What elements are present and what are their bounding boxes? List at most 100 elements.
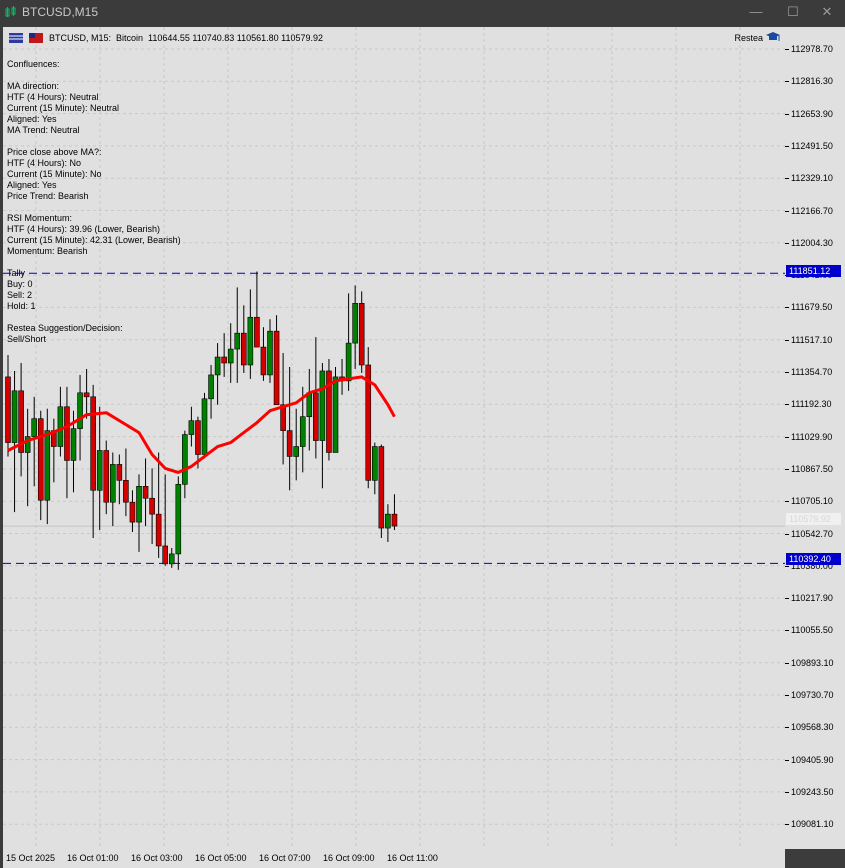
candle-body	[241, 332, 247, 366]
confluence-line: Current (15 Minute): No	[7, 169, 102, 179]
confluence-line: Confluences:	[7, 59, 60, 69]
price-tick-label: 112491.50	[785, 140, 833, 151]
candle-body	[142, 486, 149, 499]
candle-body	[227, 348, 234, 364]
time-tick-label: 16 Oct 01:00	[67, 853, 119, 863]
confluence-line: Momentum: Bearish	[7, 246, 88, 256]
candle-body	[129, 501, 136, 523]
price-tick-label: 109081.10	[785, 819, 834, 830]
symbol-info: BTCUSD, M15: Bitcoin 110644.55 110740.83…	[49, 33, 324, 43]
candle-body	[319, 370, 326, 441]
time-scale[interactable]: 15 Oct 2025 16 Oct 01:00 16 Oct 03:00 16 Oc…	[3, 849, 785, 868]
flags-icon	[9, 33, 43, 43]
candle-body	[385, 513, 391, 529]
maximize-button[interactable]: ☐	[779, 3, 807, 21]
price-tick-label: 109568.30	[785, 722, 834, 733]
confluence-line: HTF (4 Hours): No	[7, 158, 82, 168]
confluence-line: Sell: 2	[7, 290, 33, 300]
confluence-line: Hold: 1	[7, 301, 36, 311]
price-tick-label: 111192.30	[785, 399, 832, 410]
confluence-line: MA Trend: Neutral	[7, 125, 80, 135]
candle-body	[332, 376, 339, 453]
graduation-cap-icon	[766, 32, 780, 41]
confluence-panel: Confluences: MA direction: HTF (4 Hours): …	[7, 59, 181, 345]
price-tick-label: 110867.50	[785, 463, 833, 474]
confluence-line: Price close above MA?:	[7, 147, 102, 157]
confluence-line: Buy: 0	[7, 279, 33, 289]
confluence-line: Current (15 Minute): 42.31 (Lower, Beari…	[7, 235, 181, 245]
confluence-line: RSI Momentum:	[7, 213, 73, 223]
price-tick-label: 111517.10	[784, 334, 833, 345]
candle-body	[313, 392, 319, 441]
confluence-line	[7, 70, 181, 81]
candle-body	[195, 420, 201, 455]
candle-body	[11, 390, 18, 443]
close-button[interactable]: ✕	[813, 3, 841, 21]
lower-level-price-label: 110392.40	[786, 553, 841, 565]
candle-body	[83, 392, 90, 398]
candle-body	[90, 396, 96, 491]
candle-body	[103, 450, 110, 503]
candle-body	[44, 430, 51, 501]
candle-body	[267, 330, 273, 376]
candle-body	[208, 374, 214, 400]
price-tick-label: 110542.70	[785, 528, 833, 539]
candle-body	[221, 356, 227, 364]
candle-body	[168, 553, 175, 565]
candle-body	[201, 398, 208, 455]
price-tick-label: 110705.10	[785, 496, 833, 507]
candle-body	[286, 430, 293, 457]
price-tick-label: 111679.50	[784, 302, 833, 313]
confluence-line: HTF (4 Hours): 39.96 (Lower, Bearish)	[7, 224, 161, 234]
price-scale[interactable]: 112978.70 112816.30 112653.90 112491.50 1123…	[784, 27, 845, 849]
candle-body	[234, 332, 241, 350]
candle-body	[31, 418, 38, 437]
confluence-line	[7, 136, 181, 147]
confluence-line: Tally	[7, 268, 26, 278]
price-tick-label: 109405.90	[785, 754, 834, 765]
candle-body	[64, 406, 70, 461]
candle-body	[182, 434, 188, 485]
time-tick-label: 16 Oct 03:00	[131, 853, 183, 863]
candle-body	[293, 446, 300, 457]
time-tick-label: 16 Oct 11:00	[387, 853, 438, 863]
confluence-line: Sell/Short	[7, 334, 47, 344]
candle-body	[371, 446, 378, 481]
confluence-line	[7, 202, 181, 213]
candle-body	[345, 342, 352, 382]
confluence-line: HTF (4 Hours): Neutral	[7, 92, 99, 102]
candlestick-icon	[5, 6, 16, 17]
time-tick-label: 16 Oct 07:00	[259, 853, 311, 863]
candle-body	[378, 446, 385, 529]
candle-body	[306, 392, 313, 417]
price-tick-label: 109243.50	[785, 786, 834, 797]
price-tick-label: 111029.90	[784, 431, 833, 442]
minimize-button[interactable]: —	[742, 3, 770, 21]
price-tick-label: 112166.70	[785, 205, 833, 216]
current-price-label: 110579.92	[786, 513, 841, 525]
confluence-line	[7, 312, 181, 323]
candle-body	[136, 486, 142, 523]
window-title: BTCUSD,M15	[22, 5, 99, 19]
candle-body	[57, 406, 64, 447]
price-tick-label: 109730.70	[785, 690, 834, 700]
price-tick-label: 112816.30	[785, 76, 833, 87]
brand-label: Restea	[734, 33, 763, 43]
price-tick-label: 112004.30	[785, 237, 833, 248]
time-tick-label: 16 Oct 05:00	[195, 853, 247, 863]
candle-body	[96, 450, 103, 491]
candle-body	[77, 392, 83, 429]
price-tick-label: 112329.10	[785, 173, 833, 184]
candle-body	[70, 428, 77, 461]
candle-body	[260, 346, 267, 376]
candle-body	[37, 418, 44, 501]
candle-body	[188, 420, 195, 435]
candle-body	[358, 303, 365, 366]
candle-body	[149, 497, 155, 515]
price-tick-label: 112978.70	[785, 44, 833, 54]
time-tick-label: 15 Oct 2025	[6, 853, 56, 863]
candle-body	[5, 376, 11, 443]
upper-level-price-label: 111851.12	[786, 265, 841, 277]
candle-body	[247, 316, 254, 366]
candle-body	[352, 303, 358, 344]
